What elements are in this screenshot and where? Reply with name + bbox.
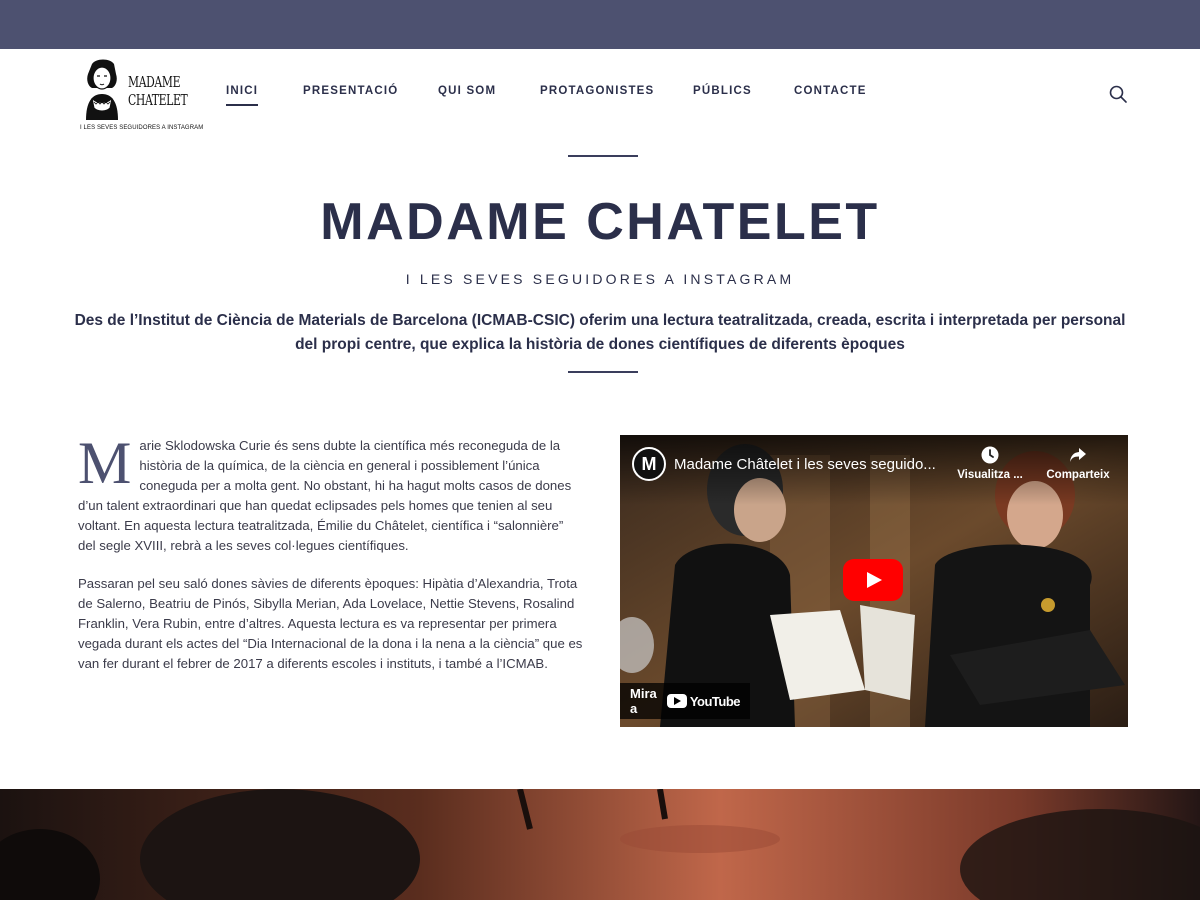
hero-description: Des de l’Institut de Ciència de Material… <box>74 312 1126 353</box>
youtube-video-embed[interactable]: M Madame Châtelet i les seves seguido...… <box>620 435 1128 727</box>
nav-item-protagonistes[interactable]: PROTAGONISTES <box>540 85 654 97</box>
stage-photo-banner <box>0 789 1200 900</box>
logo-word-madame: MADAME <box>128 73 181 91</box>
watch-later-button[interactable]: Visualitza ... <box>950 445 1030 481</box>
share-button[interactable]: Comparteix <box>1038 445 1118 481</box>
youtube-logo-icon <box>666 694 687 708</box>
nav-item-qui-som[interactable]: QUI SOM <box>438 85 496 97</box>
share-arrow-icon <box>1070 448 1086 462</box>
logo-subtitle: I LES SEVES SEGUIDORES A INSTAGRAM <box>80 125 204 131</box>
portrait-logo-icon <box>86 59 118 120</box>
article-paragraph-2: Passaran pel seu saló dones sàvies de di… <box>78 576 583 671</box>
article-body: M arie Sklodowska Curie és sens dubte la… <box>78 430 583 692</box>
nav-item-inici[interactable]: INICI <box>226 85 259 106</box>
nav-item-presentacio[interactable]: PRESENTACIÓ <box>303 85 398 97</box>
page-title: MADAME CHATELET <box>320 193 880 251</box>
nav-item-contacte[interactable]: CONTACTE <box>794 85 867 97</box>
search-icon[interactable] <box>1108 84 1128 104</box>
share-label: Comparteix <box>1046 469 1110 481</box>
site-header: MADAME CHATELET I LES SEVES SEGUIDORES A… <box>0 49 1200 139</box>
channel-avatar[interactable]: M <box>632 447 666 481</box>
dropcap-letter: M <box>78 430 132 496</box>
top-bar <box>0 0 1200 49</box>
play-button[interactable] <box>843 559 903 601</box>
watch-later-label: Visualitza ... <box>957 469 1023 481</box>
youtube-brand: YouTube <box>666 693 741 709</box>
article-paragraph-1: arie Sklodowska Curie és sens dubte la c… <box>78 438 572 553</box>
divider-bottom <box>568 371 638 373</box>
site-logo[interactable]: MADAME CHATELET I LES SEVES SEGUIDORES A… <box>78 58 203 132</box>
video-title[interactable]: Madame Châtelet i les seves seguido... <box>674 456 936 473</box>
watch-on-youtube-button[interactable]: Mira a YouTube <box>620 683 750 719</box>
nav-item-publics[interactable]: PÚBLICS <box>693 85 752 97</box>
watch-on-label: Mira a <box>630 686 657 716</box>
logo-word-chatelet: CHATELET <box>128 91 188 109</box>
page-subtitle: I LES SEVES SEGUIDORES A INSTAGRAM <box>405 271 795 287</box>
youtube-brand-label: YouTube <box>689 693 741 709</box>
clock-icon <box>981 446 999 464</box>
divider-top <box>568 155 638 157</box>
